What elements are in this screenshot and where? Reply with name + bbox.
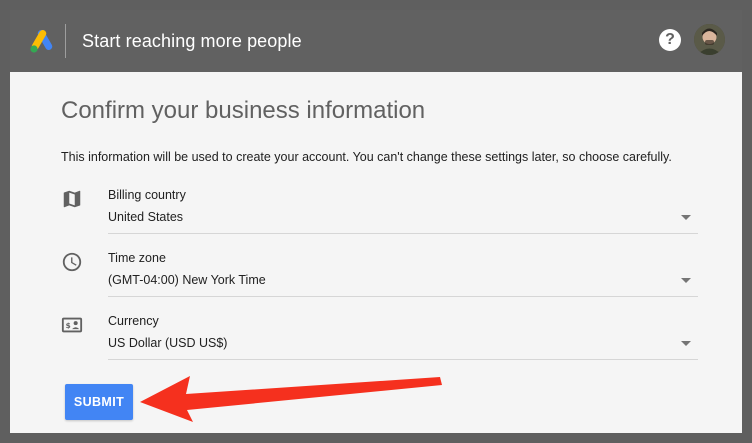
app-header: Start reaching more people ? <box>10 10 742 72</box>
header-divider <box>65 24 66 58</box>
map-icon <box>63 190 81 208</box>
google-ads-logo-icon[interactable] <box>29 29 55 53</box>
currency-select[interactable]: US Dollar (USD US$) <box>108 333 698 360</box>
form-description: This information will be used to create … <box>61 150 672 164</box>
avatar-image <box>694 24 725 55</box>
billing-country-select[interactable]: United States <box>108 207 698 234</box>
user-avatar[interactable] <box>694 24 725 55</box>
page-title: Start reaching more people <box>82 31 302 51</box>
clock-icon <box>62 252 82 272</box>
billing-country-label: Billing country <box>108 188 186 202</box>
billing-country-value: United States <box>108 210 184 224</box>
currency-label: Currency <box>108 314 159 328</box>
time-zone-label: Time zone <box>108 251 166 265</box>
chevron-down-icon <box>681 341 691 346</box>
time-zone-select[interactable]: (GMT-04:00) New York Time <box>108 270 698 297</box>
help-icon[interactable]: ? <box>659 29 681 51</box>
submit-button[interactable]: SUBMIT <box>65 384 133 420</box>
chevron-down-icon <box>681 278 691 283</box>
currency-icon: $ <box>61 317 83 333</box>
time-zone-value: (GMT-04:00) New York Time <box>108 273 266 287</box>
currency-value: US Dollar (USD US$) <box>108 336 228 350</box>
form-heading: Confirm your business information <box>61 97 426 124</box>
chevron-down-icon <box>681 215 691 220</box>
svg-text:$: $ <box>66 321 71 330</box>
annotation-arrow-icon <box>140 376 442 422</box>
